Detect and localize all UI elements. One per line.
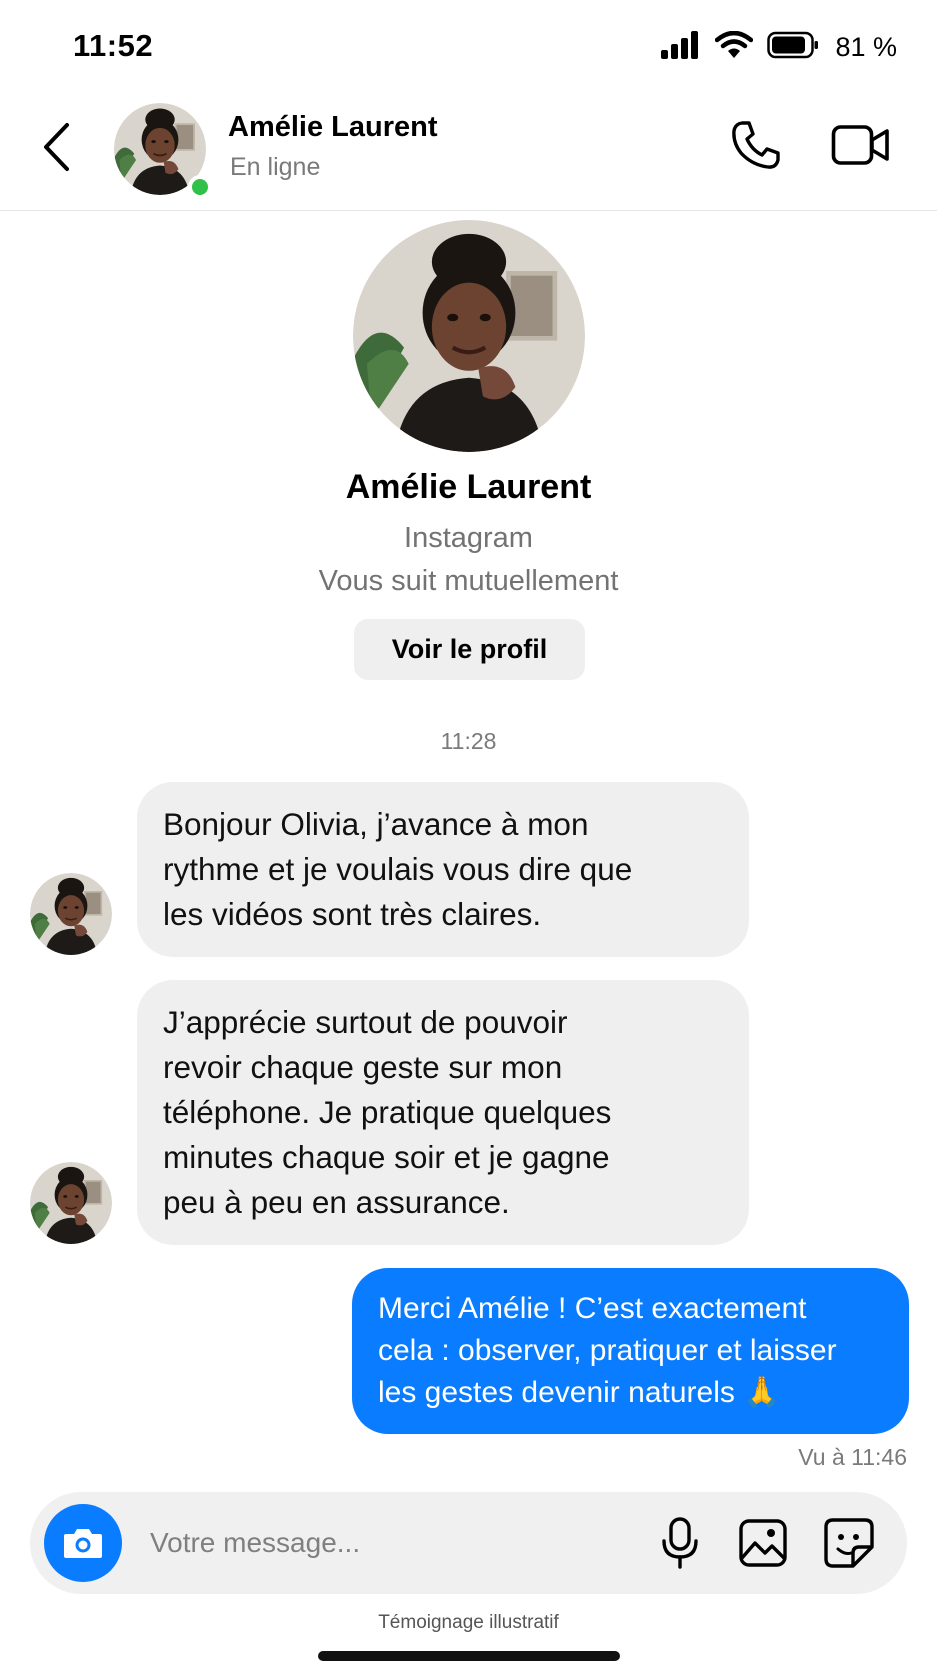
profile-avatar[interactable] <box>353 220 585 452</box>
battery-icon <box>767 31 819 64</box>
message-line: minutes chaque soir et je gagne <box>163 1139 610 1175</box>
microphone-button[interactable] <box>652 1514 708 1572</box>
video-call-icon <box>831 125 889 165</box>
chat-header: Amélie Laurent En ligne <box>0 95 937 211</box>
battery-percent: 81 % <box>835 31 897 62</box>
header-avatar[interactable] <box>114 103 212 199</box>
conversation-timestamp: 11:28 <box>440 728 497 754</box>
outgoing-message-bubble[interactable]: Merci Amélie ! C’est exactement cela : o… <box>352 1268 909 1434</box>
wifi-icon <box>715 30 754 64</box>
seen-receipt: Vu à 11:46 <box>798 1444 907 1470</box>
message-line: cela : observer, pratiquer et laisser <box>378 1334 837 1367</box>
profile-relation: Vous suit mutuellement <box>318 565 619 597</box>
status-bar: 11:52 81 % <box>0 0 937 90</box>
presence-status: En ligne <box>230 153 321 181</box>
gallery-button[interactable] <box>734 1514 792 1572</box>
camera-button[interactable] <box>44 1504 122 1582</box>
phone-call-button[interactable] <box>726 115 786 175</box>
message-line: Bonjour Olivia, j’avance à mon <box>163 806 589 842</box>
contact-name[interactable]: Amélie Laurent <box>228 111 438 144</box>
incoming-message-bubble[interactable]: J’apprécie surtout de pouvoir revoir cha… <box>137 980 749 1245</box>
online-indicator <box>188 175 212 199</box>
sticker-button[interactable] <box>820 1514 878 1572</box>
home-indicator[interactable] <box>318 1651 620 1661</box>
message-line: J’apprécie surtout de pouvoir <box>163 1004 568 1040</box>
message-input[interactable] <box>150 1516 630 1570</box>
microphone-icon <box>662 1517 698 1569</box>
message-line: les gestes devenir naturels 🙏 <box>378 1376 781 1409</box>
camera-icon <box>64 1529 102 1558</box>
phone-call-icon <box>732 121 780 169</box>
message-avatar[interactable] <box>30 873 112 955</box>
message-line: peu à peu en assurance. <box>163 1184 510 1220</box>
status-icons: 81 % <box>661 30 897 64</box>
message-avatar[interactable] <box>30 1162 112 1244</box>
message-line: revoir chaque geste sur mon <box>163 1049 563 1085</box>
cellular-signal-icon <box>661 30 701 64</box>
incoming-message-bubble[interactable]: Bonjour Olivia, j’avance à mon rythme et… <box>137 782 749 957</box>
status-time: 11:52 <box>73 28 154 63</box>
message-composer <box>30 1492 907 1594</box>
gallery-icon <box>739 1519 787 1567</box>
message-line: Merci Amélie ! C’est exactement <box>378 1292 807 1325</box>
view-profile-button[interactable]: Voir le profil <box>354 619 585 680</box>
message-line: rythme et je voulais vous dire que <box>163 851 633 887</box>
message-line: les vidéos sont très claires. <box>163 896 542 932</box>
back-button[interactable] <box>34 117 78 177</box>
sticker-icon <box>824 1518 874 1568</box>
profile-source: Instagram <box>404 522 533 554</box>
footnote: Témoignage illustratif <box>378 1612 559 1633</box>
profile-name: Amélie Laurent <box>345 468 592 506</box>
message-line: téléphone. Je pratique quelques <box>163 1094 612 1130</box>
video-call-button[interactable] <box>828 115 894 175</box>
back-chevron-icon <box>44 123 69 171</box>
